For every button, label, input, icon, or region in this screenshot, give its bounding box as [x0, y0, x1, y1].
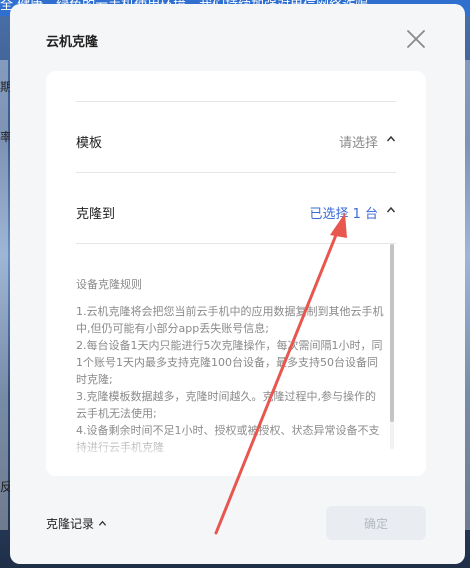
template-label: 模板	[76, 136, 103, 151]
close-icon[interactable]	[405, 28, 427, 50]
clone-settings-card: 模板 请选择 克隆到 已选择 1 台 设备克隆规则 1.云机克隆将会把您当前云手…	[46, 71, 426, 476]
clone-records-label: 克隆记录	[46, 517, 95, 531]
template-row[interactable]: 模板 请选择	[76, 126, 396, 156]
divider	[76, 101, 396, 102]
rules-title: 设备克隆规则	[76, 278, 142, 291]
chevron-up-icon	[98, 520, 106, 526]
rule-item: 3.克隆模板数据越多，克隆时间越久。克隆过程中,参与操作的云手机无法使用;	[76, 390, 376, 420]
chevron-up-icon[interactable]	[386, 134, 396, 144]
divider	[76, 172, 396, 173]
clone-records-toggle[interactable]: 克隆记录	[46, 515, 107, 532]
clone-dialog: 云机克隆 模板 请选择 克隆到 已选择 1 台 设备克隆规则 1.云机克隆将会把…	[10, 4, 465, 564]
clone-to-label: 克隆到	[76, 207, 116, 222]
clone-to-value: 已选择 1 台	[309, 207, 378, 222]
rule-item: 2.每台设备1天内只能进行5次克隆操作，每次需间隔1小时，同1个账号1天内最多支…	[76, 339, 383, 386]
scrollbar-thumb[interactable]	[390, 244, 394, 422]
rule-item: 1.云机克隆将会把您当前云手机中的应用数据复制到其他云手机中,但仍可能有小部分a…	[76, 305, 384, 335]
confirm-button[interactable]: 确定	[326, 506, 426, 540]
dialog-title: 云机克隆	[46, 35, 99, 50]
template-value: 请选择	[338, 136, 378, 151]
divider	[76, 243, 396, 244]
scroll-fade	[46, 431, 426, 476]
clone-to-row[interactable]: 克隆到 已选择 1 台	[76, 197, 396, 227]
chevron-up-icon[interactable]	[386, 205, 396, 215]
